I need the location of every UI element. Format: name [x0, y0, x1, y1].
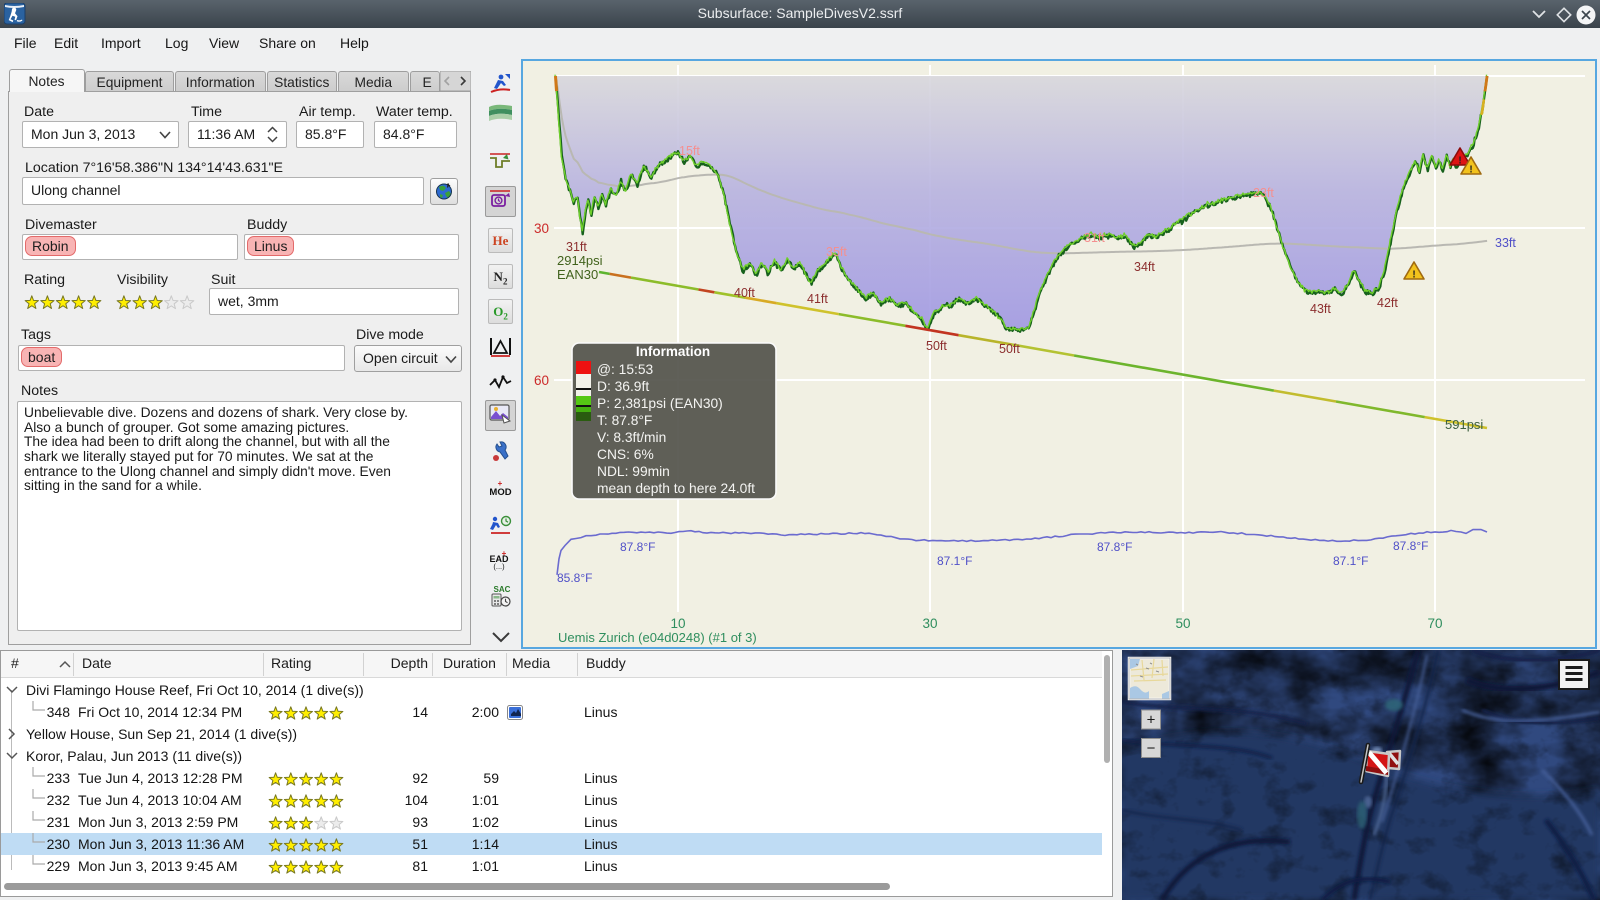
svg-text:SAC: SAC — [494, 585, 511, 594]
svg-text:42ft: 42ft — [1377, 296, 1398, 310]
svg-text:31ft: 31ft — [1084, 231, 1105, 245]
svg-text:87.8°F: 87.8°F — [620, 540, 655, 554]
svg-text:30: 30 — [534, 221, 549, 236]
svg-text:41ft: 41ft — [807, 292, 828, 306]
svg-text:87.8°F: 87.8°F — [1393, 539, 1428, 553]
svg-text:50: 50 — [1175, 616, 1190, 631]
svg-text:40ft: 40ft — [734, 286, 755, 300]
svg-text:31ft: 31ft — [566, 240, 587, 254]
svg-text:34ft: 34ft — [1134, 260, 1155, 274]
svg-text:30: 30 — [922, 616, 937, 631]
svg-text:2914psi: 2914psi — [557, 253, 603, 268]
svg-text:+: + — [1147, 712, 1156, 729]
svg-text:CNS: 6%: CNS: 6% — [597, 447, 654, 462]
svg-text:50ft: 50ft — [926, 339, 947, 353]
svg-text:Uemis Zurich (e04d0248) (#1 of: Uemis Zurich (e04d0248) (#1 of 3) — [558, 630, 757, 645]
svg-text:15ft: 15ft — [679, 144, 700, 158]
svg-text:591psi: 591psi — [1445, 417, 1483, 432]
svg-text:!: ! — [1469, 165, 1472, 176]
svg-text:NDL: 99min: NDL: 99min — [597, 464, 670, 479]
svg-text:10: 10 — [670, 616, 685, 631]
svg-text:87.1°F: 87.1°F — [937, 554, 972, 568]
svg-text:35ft: 35ft — [826, 245, 847, 259]
svg-text:@: 15:53: @: 15:53 — [597, 362, 654, 377]
svg-text:33ft: 33ft — [1495, 236, 1516, 250]
svg-text:23ft: 23ft — [1253, 186, 1274, 200]
svg-text:Information: Information — [636, 344, 710, 359]
svg-text:P: 2,381psi (EAN30): P: 2,381psi (EAN30) — [597, 396, 723, 411]
svg-text:!: ! — [1458, 156, 1461, 167]
svg-text:60: 60 — [534, 373, 549, 388]
svg-text:(...): (...) — [493, 562, 505, 571]
svg-text:T: 87.8°F: T: 87.8°F — [597, 413, 652, 428]
svg-text:!: ! — [1412, 270, 1415, 281]
svg-text:V: 8.3ft/min: V: 8.3ft/min — [597, 430, 666, 445]
svg-text:50ft: 50ft — [999, 342, 1020, 356]
svg-text:43ft: 43ft — [1310, 302, 1331, 316]
svg-text:87.8°F: 87.8°F — [1097, 540, 1132, 554]
svg-text:85.8°F: 85.8°F — [557, 571, 592, 585]
svg-text:MOD: MOD — [489, 487, 511, 498]
svg-text:mean depth to here 24.0ft: mean depth to here 24.0ft — [597, 481, 755, 496]
svg-text:70: 70 — [1427, 616, 1442, 631]
svg-text:87.1°F: 87.1°F — [1333, 554, 1368, 568]
svg-text:EAN30: EAN30 — [557, 267, 598, 282]
svg-text:−: − — [1147, 740, 1156, 757]
svg-text:D: 36.9ft: D: 36.9ft — [597, 379, 649, 394]
